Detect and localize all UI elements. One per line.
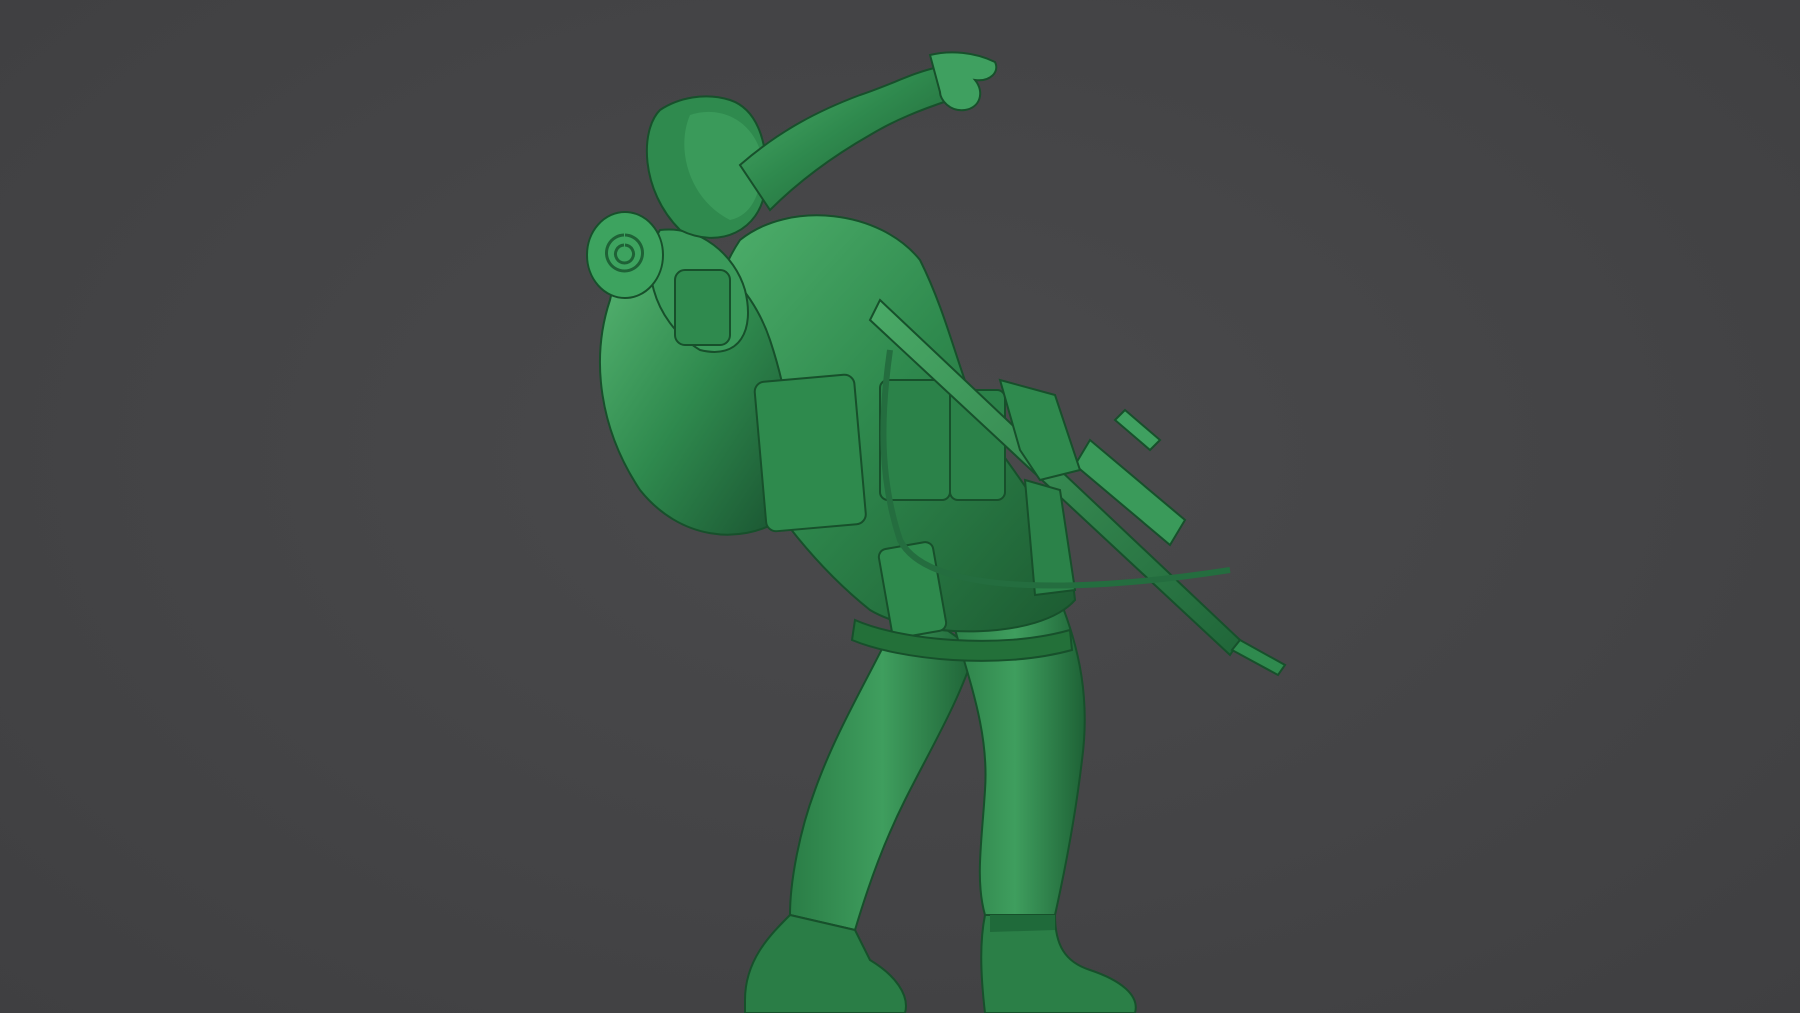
render-viewport: [0, 0, 1800, 1013]
left-leg: [744, 598, 977, 1013]
bedroll: [586, 211, 664, 299]
raised-arm: [738, 51, 998, 212]
soldier-figure: [586, 51, 1287, 1013]
